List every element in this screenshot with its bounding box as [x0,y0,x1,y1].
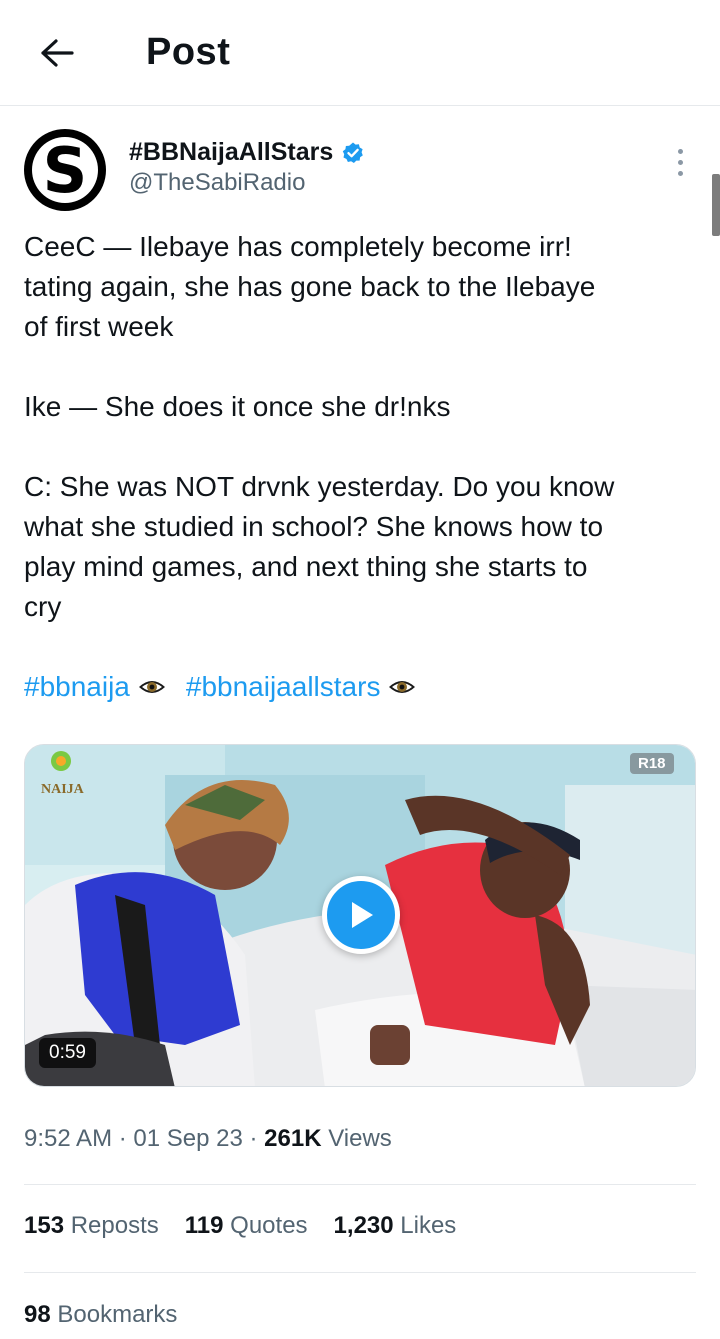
avatar-ring: S [32,137,98,203]
likes-stat[interactable]: 1,230 Likes [334,1212,457,1240]
quotes-label: Quotes [230,1212,308,1239]
divider [24,1272,696,1273]
reposts-count: 153 [24,1212,65,1239]
page-title: Post [146,31,231,73]
post-meta: 9:52 AM · 01 Sep 23 · 261K Views [24,1125,392,1153]
play-button[interactable] [322,876,400,954]
views-label: Views [328,1125,392,1152]
arrow-left-icon [41,39,74,67]
engagement-stats: 153 Reposts 119 Quotes 1,230 Likes [24,1212,456,1240]
hashtag-link[interactable]: #bbnaijaallstars [186,667,381,707]
more-dot-icon [677,170,683,176]
avatar[interactable]: S [24,129,106,211]
play-icon [352,902,373,928]
show-logo: NAIJA [41,782,85,797]
likes-count: 1,230 [333,1212,394,1239]
more-dot-icon [677,148,683,154]
eye-emoji-icon [138,678,166,696]
scrollbar-thumb[interactable] [712,174,720,236]
more-options-button[interactable] [666,144,694,180]
reposts-stat[interactable]: 153 Reposts [24,1212,159,1240]
divider [24,1184,696,1185]
bookmarks-stat[interactable]: 98 Bookmarks [24,1301,177,1329]
more-dot-icon [677,159,683,165]
hashtag-link[interactable]: #bbnaija [24,667,130,707]
bookmarks-count: 98 [24,1301,51,1328]
verified-badge-icon [343,142,364,163]
reposts-label: Reposts [70,1212,159,1239]
author-name-row[interactable]: #BBNaijaAllStars [129,138,365,167]
post-date[interactable]: 01 Sep 23 [133,1125,242,1152]
content-rating-badge: R18 [630,753,674,774]
meta-separator: · [242,1125,265,1152]
meta-separator: · [112,1125,134,1152]
author-display-name: #BBNaijaAllStars [129,138,334,166]
avatar-letter: S [42,134,88,207]
video-thumbnail[interactable]: NAIJA R18 0:59 [24,744,696,1087]
hashtag-row: #bbnaija #bbnaijaallstars [24,667,436,707]
video-duration: 0:59 [39,1038,96,1068]
post-time[interactable]: 9:52 AM [24,1125,112,1152]
quotes-count: 119 [184,1212,224,1239]
likes-label: Likes [400,1212,457,1239]
author-handle[interactable]: @TheSabiRadio [129,169,305,197]
tweet-text: CeeC — Ilebaye has completely become irr… [24,231,615,622]
bookmarks-label: Bookmarks [57,1301,178,1328]
views-count: 261K [264,1125,322,1152]
top-bar: Post [0,0,720,106]
eye-emoji-icon [388,678,416,696]
quotes-stat[interactable]: 119 Quotes [185,1212,308,1240]
back-button[interactable] [34,30,80,76]
